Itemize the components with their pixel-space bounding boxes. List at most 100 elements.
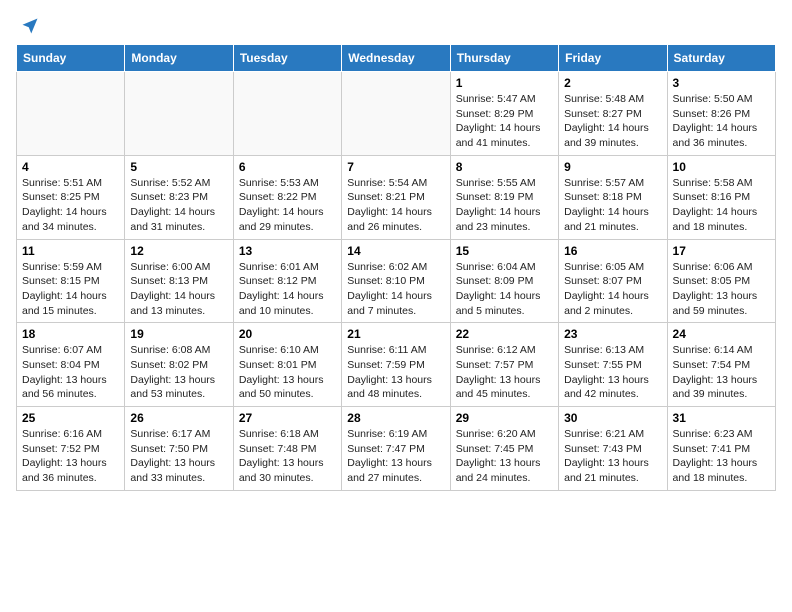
day-info: Sunrise: 6:12 AMSunset: 7:57 PMDaylight:… [456, 343, 553, 402]
day-info: Sunrise: 6:23 AMSunset: 7:41 PMDaylight:… [673, 427, 770, 486]
calendar-cell: 4 Sunrise: 5:51 AMSunset: 8:25 PMDaylight… [17, 155, 125, 239]
calendar-cell [233, 72, 341, 156]
calendar-cell: 6 Sunrise: 5:53 AMSunset: 8:22 PMDaylight… [233, 155, 341, 239]
calendar-cell: 29Sunrise: 6:20 AMSunset: 7:45 PMDayligh… [450, 407, 558, 491]
day-info: Sunrise: 6:13 AMSunset: 7:55 PMDaylight:… [564, 343, 661, 402]
day-info: Sunrise: 5:58 AMSunset: 8:16 PMDaylight:… [673, 176, 770, 235]
day-number: 8 [456, 160, 553, 174]
day-number: 18 [22, 327, 119, 341]
day-info: Sunrise: 6:20 AMSunset: 7:45 PMDaylight:… [456, 427, 553, 486]
day-number: 31 [673, 411, 770, 425]
day-number: 17 [673, 244, 770, 258]
calendar-cell: 15 Sunrise: 6:04 AMSunset: 8:09 PMDayligh… [450, 239, 558, 323]
day-info: Sunrise: 6:18 AMSunset: 7:48 PMDaylight:… [239, 427, 336, 486]
calendar-cell: 23Sunrise: 6:13 AMSunset: 7:55 PMDayligh… [559, 323, 667, 407]
calendar-cell: 26Sunrise: 6:17 AMSunset: 7:50 PMDayligh… [125, 407, 233, 491]
day-number: 2 [564, 76, 661, 90]
calendar-cell [125, 72, 233, 156]
day-number: 21 [347, 327, 444, 341]
calendar-cell: 19Sunrise: 6:08 AMSunset: 8:02 PMDayligh… [125, 323, 233, 407]
day-number: 30 [564, 411, 661, 425]
day-info: Sunrise: 5:50 AMSunset: 8:26 PMDaylight:… [673, 92, 770, 151]
day-number: 3 [673, 76, 770, 90]
calendar-cell: 30 Sunrise: 6:21 AMSunset: 7:43 PMDayligh… [559, 407, 667, 491]
day-number: 25 [22, 411, 119, 425]
day-number: 28 [347, 411, 444, 425]
calendar-cell: 2 Sunrise: 5:48 AMSunset: 8:27 PMDaylight… [559, 72, 667, 156]
day-info: Sunrise: 6:04 AMSunset: 8:09 PMDaylight:… [456, 260, 553, 319]
day-number: 15 [456, 244, 553, 258]
day-number: 27 [239, 411, 336, 425]
day-number: 6 [239, 160, 336, 174]
day-info: Sunrise: 5:47 AMSunset: 8:29 PMDaylight:… [456, 92, 553, 151]
day-info: Sunrise: 5:52 AMSunset: 8:23 PMDaylight:… [130, 176, 227, 235]
day-number: 24 [673, 327, 770, 341]
calendar-week-row: 1 Sunrise: 5:47 AMSunset: 8:29 PMDaylight… [17, 72, 776, 156]
day-info: Sunrise: 6:17 AMSunset: 7:50 PMDaylight:… [130, 427, 227, 486]
day-number: 9 [564, 160, 661, 174]
calendar-cell: 5 Sunrise: 5:52 AMSunset: 8:23 PMDaylight… [125, 155, 233, 239]
calendar-cell: 11Sunrise: 5:59 AMSunset: 8:15 PMDayligh… [17, 239, 125, 323]
day-info: Sunrise: 6:19 AMSunset: 7:47 PMDaylight:… [347, 427, 444, 486]
day-info: Sunrise: 5:54 AMSunset: 8:21 PMDaylight:… [347, 176, 444, 235]
day-header-thursday: Thursday [450, 45, 558, 72]
calendar-cell: 31 Sunrise: 6:23 AMSunset: 7:41 PMDayligh… [667, 407, 775, 491]
calendar-cell: 22Sunrise: 6:12 AMSunset: 7:57 PMDayligh… [450, 323, 558, 407]
calendar-cell: 25 Sunrise: 6:16 AMSunset: 7:52 PMDayligh… [17, 407, 125, 491]
calendar-header-row: SundayMondayTuesdayWednesdayThursdayFrid… [17, 45, 776, 72]
day-info: Sunrise: 6:10 AMSunset: 8:01 PMDaylight:… [239, 343, 336, 402]
day-info: Sunrise: 6:00 AMSunset: 8:13 PMDaylight:… [130, 260, 227, 319]
day-number: 7 [347, 160, 444, 174]
page-header [16, 16, 776, 32]
day-info: Sunrise: 6:14 AMSunset: 7:54 PMDaylight:… [673, 343, 770, 402]
day-info: Sunrise: 6:02 AMSunset: 8:10 PMDaylight:… [347, 260, 444, 319]
calendar-cell: 8 Sunrise: 5:55 AMSunset: 8:19 PMDaylight… [450, 155, 558, 239]
calendar-cell: 21 Sunrise: 6:11 AMSunset: 7:59 PMDayligh… [342, 323, 450, 407]
calendar-cell: 28 Sunrise: 6:19 AMSunset: 7:47 PMDayligh… [342, 407, 450, 491]
day-number: 1 [456, 76, 553, 90]
day-info: Sunrise: 5:48 AMSunset: 8:27 PMDaylight:… [564, 92, 661, 151]
calendar-cell: 1 Sunrise: 5:47 AMSunset: 8:29 PMDaylight… [450, 72, 558, 156]
calendar-cell: 7 Sunrise: 5:54 AMSunset: 8:21 PMDaylight… [342, 155, 450, 239]
calendar-cell [342, 72, 450, 156]
calendar-week-row: 18 Sunrise: 6:07 AMSunset: 8:04 PMDayligh… [17, 323, 776, 407]
calendar-cell: 14 Sunrise: 6:02 AMSunset: 8:10 PMDayligh… [342, 239, 450, 323]
calendar-cell: 9 Sunrise: 5:57 AMSunset: 8:18 PMDaylight… [559, 155, 667, 239]
day-info: Sunrise: 5:53 AMSunset: 8:22 PMDaylight:… [239, 176, 336, 235]
day-info: Sunrise: 6:07 AMSunset: 8:04 PMDaylight:… [22, 343, 119, 402]
calendar-cell: 18 Sunrise: 6:07 AMSunset: 8:04 PMDayligh… [17, 323, 125, 407]
logo [16, 16, 40, 32]
calendar-week-row: 11Sunrise: 5:59 AMSunset: 8:15 PMDayligh… [17, 239, 776, 323]
day-number: 5 [130, 160, 227, 174]
calendar-cell: 12Sunrise: 6:00 AMSunset: 8:13 PMDayligh… [125, 239, 233, 323]
day-number: 14 [347, 244, 444, 258]
day-number: 13 [239, 244, 336, 258]
day-number: 16 [564, 244, 661, 258]
day-info: Sunrise: 6:05 AMSunset: 8:07 PMDaylight:… [564, 260, 661, 319]
day-number: 20 [239, 327, 336, 341]
day-info: Sunrise: 5:57 AMSunset: 8:18 PMDaylight:… [564, 176, 661, 235]
day-info: Sunrise: 6:11 AMSunset: 7:59 PMDaylight:… [347, 343, 444, 402]
day-info: Sunrise: 5:51 AMSunset: 8:25 PMDaylight:… [22, 176, 119, 235]
day-info: Sunrise: 6:06 AMSunset: 8:05 PMDaylight:… [673, 260, 770, 319]
calendar-cell: 3 Sunrise: 5:50 AMSunset: 8:26 PMDaylight… [667, 72, 775, 156]
day-info: Sunrise: 6:16 AMSunset: 7:52 PMDaylight:… [22, 427, 119, 486]
calendar-table: SundayMondayTuesdayWednesdayThursdayFrid… [16, 44, 776, 491]
day-number: 10 [673, 160, 770, 174]
day-number: 11 [22, 244, 119, 258]
day-header-saturday: Saturday [667, 45, 775, 72]
calendar-cell: 20 Sunrise: 6:10 AMSunset: 8:01 PMDayligh… [233, 323, 341, 407]
day-info: Sunrise: 6:01 AMSunset: 8:12 PMDaylight:… [239, 260, 336, 319]
day-number: 4 [22, 160, 119, 174]
calendar-week-row: 4 Sunrise: 5:51 AMSunset: 8:25 PMDaylight… [17, 155, 776, 239]
day-header-friday: Friday [559, 45, 667, 72]
day-header-monday: Monday [125, 45, 233, 72]
day-info: Sunrise: 6:08 AMSunset: 8:02 PMDaylight:… [130, 343, 227, 402]
day-header-tuesday: Tuesday [233, 45, 341, 72]
calendar-week-row: 25 Sunrise: 6:16 AMSunset: 7:52 PMDayligh… [17, 407, 776, 491]
day-info: Sunrise: 5:55 AMSunset: 8:19 PMDaylight:… [456, 176, 553, 235]
day-info: Sunrise: 6:21 AMSunset: 7:43 PMDaylight:… [564, 427, 661, 486]
calendar-cell [17, 72, 125, 156]
calendar-cell: 27 Sunrise: 6:18 AMSunset: 7:48 PMDayligh… [233, 407, 341, 491]
calendar-cell: 16 Sunrise: 6:05 AMSunset: 8:07 PMDayligh… [559, 239, 667, 323]
